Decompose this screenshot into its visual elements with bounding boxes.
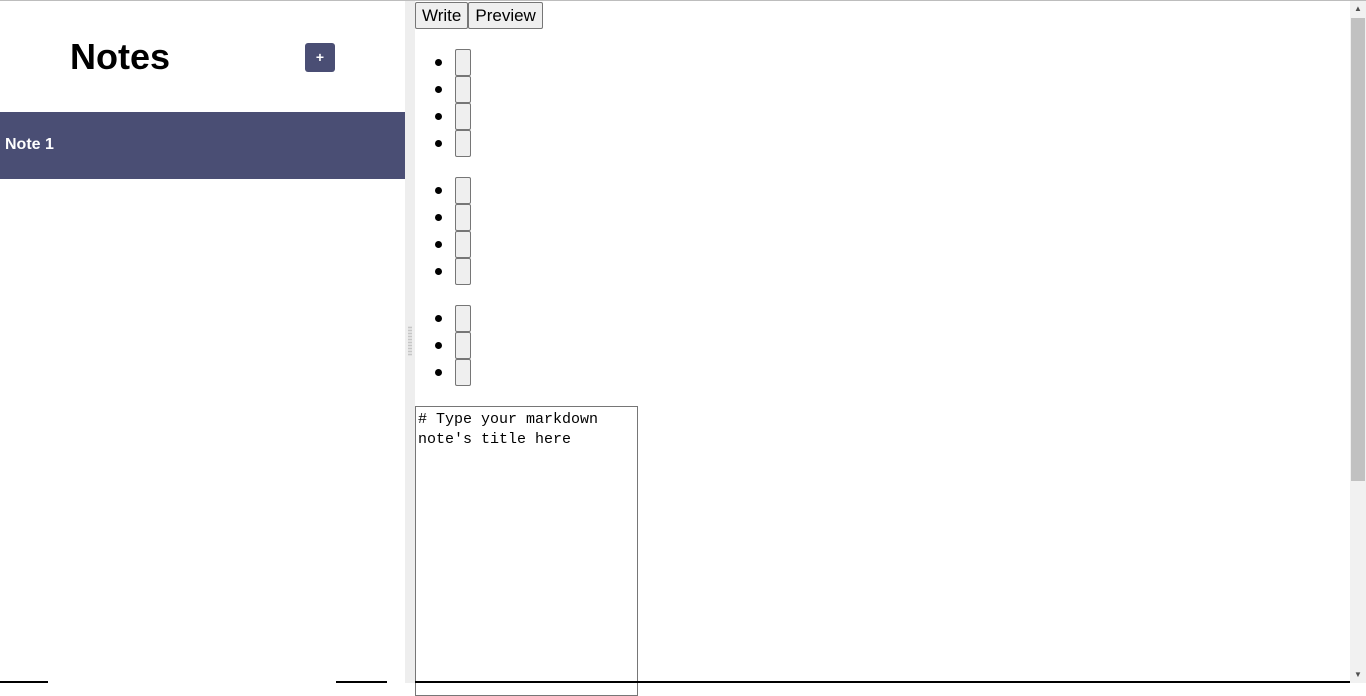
note-title: Note 1 bbox=[5, 136, 54, 153]
toolbar-button[interactable] bbox=[455, 204, 471, 231]
toolbar-item bbox=[415, 49, 475, 76]
list-bullet-icon bbox=[435, 86, 442, 93]
toolbar-button[interactable] bbox=[455, 103, 471, 130]
toolbar-item bbox=[415, 103, 475, 130]
toolbar-button[interactable] bbox=[455, 258, 471, 285]
toolbar-item bbox=[415, 332, 475, 359]
toolbar-button[interactable] bbox=[455, 359, 471, 386]
list-bullet-icon bbox=[435, 241, 442, 248]
tab-write[interactable]: Write bbox=[415, 2, 469, 29]
scroll-down-icon[interactable]: ▼ bbox=[1350, 667, 1366, 683]
editor-pane: Write Preview bbox=[415, 1, 1350, 696]
toolbar-item bbox=[415, 231, 475, 258]
toolbar-button[interactable] bbox=[455, 305, 471, 332]
markdown-textarea[interactable] bbox=[415, 406, 638, 696]
toolbar-item bbox=[415, 258, 475, 285]
toolbar-button[interactable] bbox=[455, 130, 471, 157]
list-bullet-icon bbox=[435, 140, 442, 147]
toolbar-item bbox=[415, 305, 475, 332]
toolbar-button[interactable] bbox=[455, 177, 471, 204]
toolbar-button[interactable] bbox=[455, 76, 471, 103]
sidebar-title: Notes bbox=[70, 36, 171, 77]
add-note-button[interactable]: + bbox=[305, 43, 335, 72]
sidebar: Notes + Note 1 bbox=[0, 1, 405, 683]
list-bullet-icon bbox=[435, 113, 442, 120]
toolbar-item bbox=[415, 130, 475, 157]
list-bullet-icon bbox=[435, 214, 442, 221]
tab-preview[interactable]: Preview bbox=[468, 2, 543, 29]
toolbar-button[interactable] bbox=[455, 332, 471, 359]
list-bullet-icon bbox=[435, 342, 442, 349]
toolbar-item bbox=[415, 76, 475, 103]
toolbar-button[interactable] bbox=[455, 49, 471, 76]
list-bullet-icon bbox=[435, 369, 442, 376]
list-bullet-icon bbox=[435, 268, 442, 275]
list-bullet-icon bbox=[435, 315, 442, 322]
vertical-scrollbar[interactable]: ▲ ▼ bbox=[1350, 1, 1366, 683]
gutter-grip-icon bbox=[408, 326, 412, 356]
toolbar-item bbox=[415, 204, 475, 231]
list-bullet-icon bbox=[435, 59, 442, 66]
scroll-up-icon[interactable]: ▲ bbox=[1350, 1, 1366, 17]
list-bullet-icon bbox=[435, 187, 442, 194]
split-gutter[interactable] bbox=[405, 1, 415, 683]
toolbar-item bbox=[415, 177, 475, 204]
sidebar-header: Notes + bbox=[0, 1, 405, 111]
editor-tab-bar: Write Preview bbox=[415, 2, 543, 29]
note-list-item[interactable]: Note 1 bbox=[0, 112, 405, 179]
toolbar-button[interactable] bbox=[455, 231, 471, 258]
toolbar-item bbox=[415, 359, 475, 386]
scrollbar-thumb[interactable] bbox=[1351, 18, 1365, 481]
